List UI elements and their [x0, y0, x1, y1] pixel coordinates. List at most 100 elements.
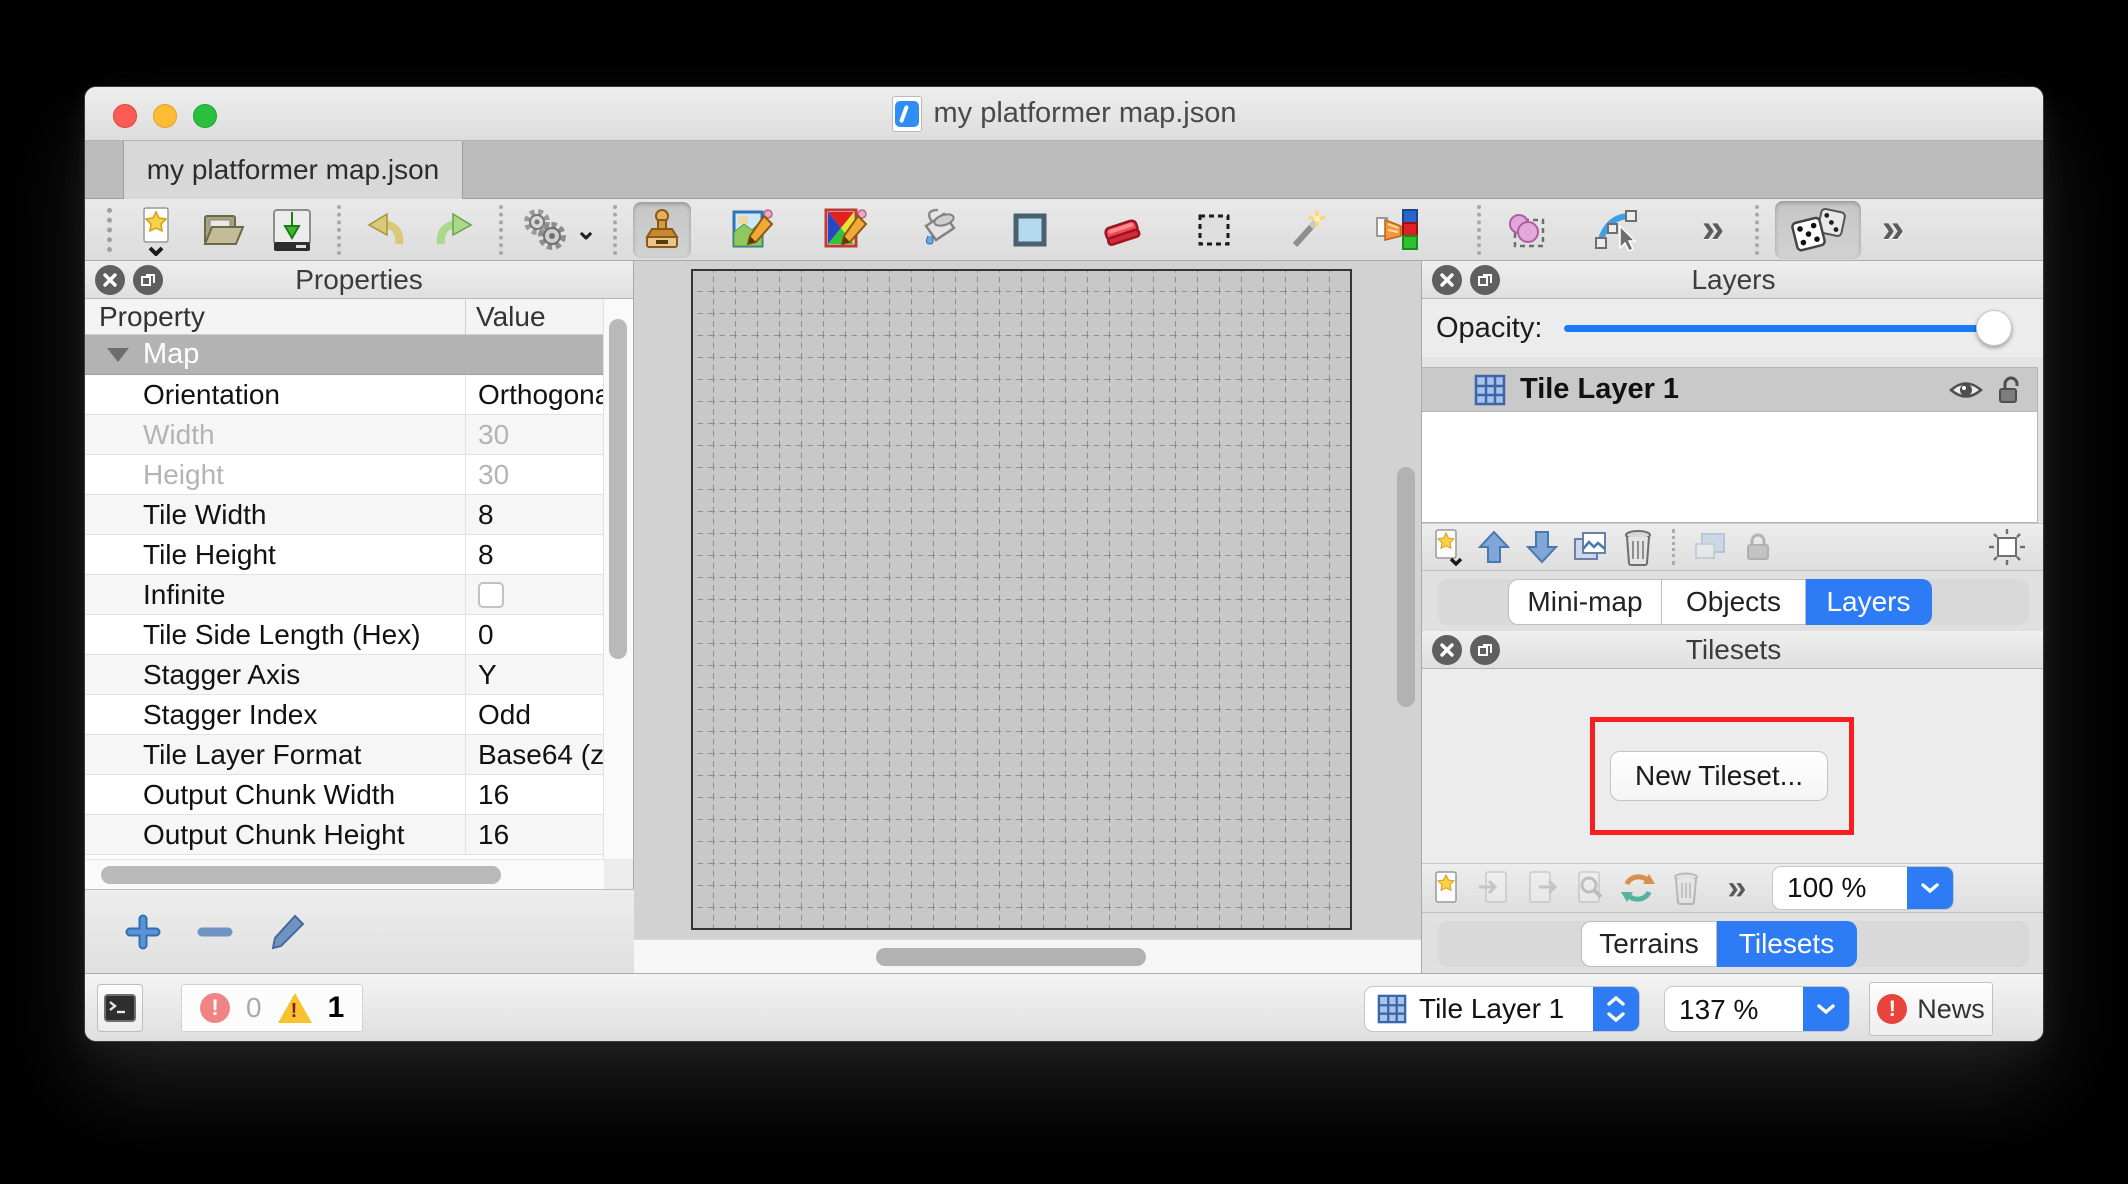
infinite-checkbox[interactable] — [478, 582, 504, 608]
save-map-button[interactable] — [263, 202, 321, 258]
close-icon — [102, 272, 118, 288]
collapse-triangle-icon[interactable] — [107, 348, 129, 362]
new-map-button[interactable] — [127, 202, 185, 258]
title-bar[interactable]: my platformer map.json — [85, 87, 2043, 141]
layer-unlocked-icon[interactable] — [1997, 375, 2023, 405]
zoom-window-button[interactable] — [193, 104, 217, 128]
scrollbar-thumb[interactable] — [1397, 467, 1415, 707]
tileset-zoom-select[interactable]: 100 % — [1772, 866, 1954, 910]
reload-tileset-button[interactable] — [1614, 866, 1662, 910]
document-tab-active[interactable]: my platformer map.json — [123, 141, 463, 199]
undo-button[interactable] — [357, 202, 415, 258]
toolbar-overflow-button[interactable]: » — [1681, 202, 1739, 258]
toolbar-overflow-button-2[interactable]: » — [1861, 202, 1919, 258]
scrollbar-thumb[interactable] — [609, 319, 627, 659]
property-row[interactable]: Stagger Axis Y — [85, 655, 604, 695]
close-panel-button[interactable] — [95, 265, 125, 295]
opacity-slider[interactable] — [1564, 310, 2004, 346]
float-panel-button[interactable] — [1470, 265, 1500, 295]
dropdown-button[interactable] — [1907, 867, 1953, 909]
terrain-set-tool[interactable] — [817, 202, 875, 258]
close-panel-button[interactable] — [1432, 265, 1462, 295]
properties-horizontal-scrollbar[interactable] — [85, 859, 604, 889]
new-tileset-button[interactable]: New Tileset... — [1610, 751, 1828, 801]
toolbar-drag-handle[interactable] — [107, 208, 113, 252]
properties-vertical-scrollbar[interactable] — [603, 299, 633, 859]
select-objects-tool[interactable] — [1497, 202, 1555, 258]
dropdown-button[interactable] — [1803, 987, 1849, 1031]
add-property-button[interactable] — [121, 910, 165, 954]
property-row[interactable]: Infinite — [85, 575, 604, 615]
select-same-tile-tool[interactable] — [1369, 202, 1427, 258]
close-window-button[interactable] — [113, 104, 137, 128]
tab-tilesets[interactable]: Tilesets — [1717, 921, 1857, 967]
lower-layer-button[interactable] — [1518, 525, 1566, 569]
edit-tileset-button-disabled[interactable] — [1566, 866, 1614, 910]
highlight-layers-button-disabled[interactable] — [1686, 525, 1734, 569]
property-row[interactable]: Tile Side Length (Hex) 0 — [85, 615, 604, 655]
property-row[interactable]: Tile Width 8 — [85, 495, 604, 535]
export-tileset-button-disabled[interactable] — [1518, 866, 1566, 910]
canvas-vertical-scrollbar[interactable] — [1397, 261, 1417, 933]
layer-visible-eye-icon[interactable] — [1949, 377, 1983, 403]
tilesets-toolbar-overflow[interactable]: » — [1710, 866, 1758, 910]
shape-fill-tool[interactable] — [1001, 202, 1059, 258]
remove-property-button[interactable] — [193, 910, 237, 954]
rectangular-select-tool[interactable] — [1185, 202, 1243, 258]
news-button[interactable]: ! News — [1869, 982, 1993, 1036]
delete-layer-button[interactable] — [1614, 525, 1662, 569]
execute-commands-button[interactable]: ⌄ — [519, 202, 597, 258]
property-row[interactable]: Orientation Orthogonal — [85, 375, 604, 415]
scrollbar-thumb[interactable] — [876, 948, 1146, 966]
open-map-button[interactable] — [195, 202, 253, 258]
duplicate-layer-button[interactable] — [1566, 525, 1614, 569]
float-panel-button[interactable] — [1470, 635, 1500, 665]
tilesets-panel-header: Tilesets — [1422, 631, 2044, 669]
tab-layers[interactable]: Layers — [1806, 579, 1932, 625]
tab-mini-map[interactable]: Mini-map — [1508, 579, 1662, 625]
property-row[interactable]: Tile Height 8 — [85, 535, 604, 575]
terrain-brush-tool[interactable] — [725, 202, 783, 258]
property-row[interactable]: Stagger Index Odd — [85, 695, 604, 735]
duplicate-icon — [1571, 529, 1609, 565]
tilesets-panel-title: Tilesets — [1686, 634, 1781, 666]
current-layer-select[interactable]: Tile Layer 1 — [1364, 986, 1640, 1032]
random-mode-toggle[interactable] — [1775, 201, 1861, 259]
highlight-current-layer-toggle[interactable] — [1983, 525, 2031, 569]
slider-knob[interactable] — [1976, 310, 2012, 346]
float-window-icon — [1477, 272, 1493, 288]
property-group-map[interactable]: Map — [85, 335, 604, 375]
property-row[interactable]: Output Chunk Width 16 — [85, 775, 604, 815]
edit-polygons-tool[interactable] — [1589, 202, 1647, 258]
stamp-brush-tool[interactable] — [633, 202, 691, 258]
stepper-button[interactable] — [1593, 986, 1639, 1032]
property-row[interactable]: Output Chunk Height 16 — [85, 815, 604, 855]
eraser-tool[interactable] — [1093, 202, 1151, 258]
layer-row-selected[interactable]: Tile Layer 1 — [1422, 368, 2037, 412]
magic-wand-tool[interactable] — [1277, 202, 1335, 258]
edit-property-button[interactable] — [265, 910, 309, 954]
scrollbar-thumb[interactable] — [101, 866, 501, 884]
property-row[interactable]: Tile Layer Format Base64 (zlib compresse… — [85, 735, 604, 775]
tab-objects[interactable]: Objects — [1662, 579, 1806, 625]
tab-terrains[interactable]: Terrains — [1581, 921, 1717, 967]
close-panel-button[interactable] — [1432, 635, 1462, 665]
new-tileset-toolbar-button[interactable] — [1422, 866, 1470, 910]
embed-tileset-button-disabled[interactable] — [1470, 866, 1518, 910]
bucket-fill-tool[interactable] — [909, 202, 967, 258]
minimize-window-button[interactable] — [153, 104, 177, 128]
issues-counter[interactable]: ! 0 ! 1 — [181, 984, 363, 1032]
raise-layer-button[interactable] — [1470, 525, 1518, 569]
map-grid[interactable] — [691, 269, 1352, 930]
remove-tileset-button-disabled[interactable] — [1662, 866, 1710, 910]
lock-layer-button-disabled[interactable] — [1734, 525, 1782, 569]
warning-count: 1 — [328, 991, 345, 1025]
new-layer-button[interactable] — [1422, 525, 1470, 569]
slider-track[interactable] — [1564, 325, 2004, 332]
canvas-horizontal-scrollbar[interactable] — [634, 939, 1421, 973]
redo-button[interactable] — [425, 202, 483, 258]
float-panel-button[interactable] — [133, 265, 163, 295]
map-canvas[interactable] — [634, 261, 1421, 973]
map-zoom-select[interactable]: 137 % — [1664, 986, 1850, 1032]
console-toggle-button[interactable] — [97, 984, 143, 1032]
